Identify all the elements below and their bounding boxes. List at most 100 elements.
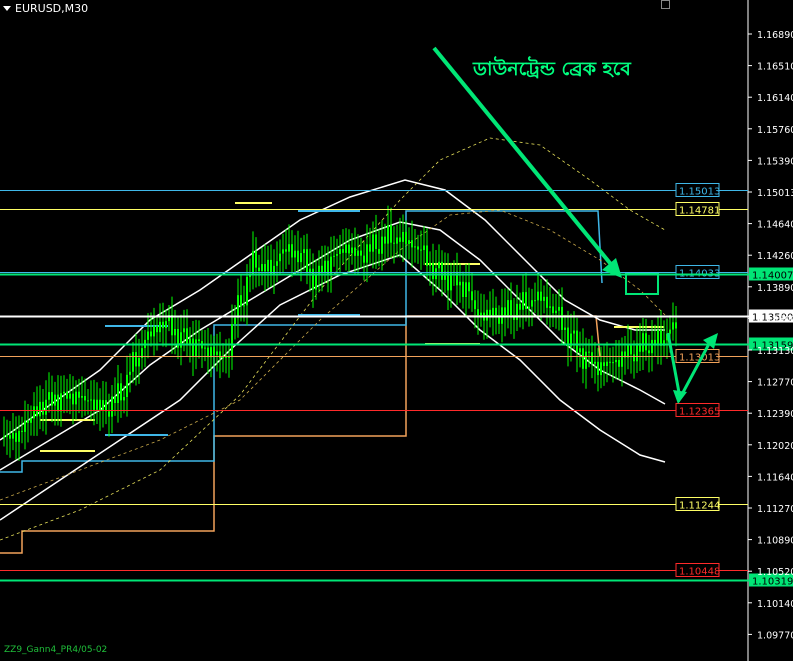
candle-body: [420, 249, 422, 251]
candle-body: [633, 354, 635, 362]
candle-body: [150, 331, 152, 337]
candle-body: [360, 250, 362, 256]
y-tick-label: 1.13890: [757, 283, 793, 294]
candle-body: [105, 400, 107, 412]
candle-body: [429, 262, 431, 266]
candle-body: [195, 339, 197, 357]
y-tick-label: 1.12020: [757, 441, 793, 452]
candle-body: [6, 435, 8, 437]
candle-body: [57, 394, 59, 412]
candle-body: [357, 250, 359, 256]
candle-body: [585, 351, 587, 369]
candle-body: [423, 245, 425, 250]
candle-body: [159, 321, 161, 333]
candle-body: [372, 234, 374, 252]
candle-body: [42, 401, 44, 415]
y-tick-label: 1.10520: [757, 567, 793, 578]
candle-body: [417, 246, 419, 250]
candle-body: [213, 347, 215, 355]
price-level-label: 1.14033: [675, 265, 720, 280]
candle-body: [339, 249, 341, 255]
symbol-timeframe-label[interactable]: EURUSD,M30: [3, 2, 88, 15]
candle-body: [306, 249, 308, 273]
candle-body: [618, 359, 620, 367]
price-level-tag-text: 1.14007: [752, 271, 793, 282]
candle-body: [543, 296, 545, 301]
y-tick-label: 1.16140: [757, 93, 793, 104]
candle-body: [486, 309, 488, 321]
window-restore-icon[interactable]: [661, 0, 670, 9]
y-tick-label: 1.11270: [757, 504, 793, 515]
y-tick-label: 1.10140: [757, 599, 793, 610]
candle-body: [519, 303, 521, 310]
candle-body: [258, 267, 260, 272]
candle-body: [645, 333, 647, 351]
candle-body: [378, 249, 380, 254]
candle-body: [30, 418, 32, 423]
candle-body: [396, 237, 398, 244]
candle-body: [21, 430, 23, 432]
candle-body: [387, 225, 389, 244]
candle-body: [621, 351, 623, 367]
candle-body: [33, 406, 35, 419]
candle-body: [366, 244, 368, 263]
price-level-label-text: 1.15013: [679, 187, 720, 198]
candle-body: [69, 393, 71, 399]
candle-body: [75, 391, 77, 405]
candle-body: [534, 300, 536, 302]
candle-body: [174, 328, 176, 336]
y-tick-label: 1.12770: [757, 378, 793, 389]
candle-body: [198, 339, 200, 342]
candle-body: [588, 351, 590, 353]
candle-body: [576, 330, 578, 353]
candle-body: [351, 247, 353, 254]
chevron-down-icon[interactable]: [3, 6, 11, 11]
candle-body: [135, 352, 137, 367]
price-level-label: 1.12365: [675, 403, 720, 418]
candle-body: [219, 351, 221, 359]
price-level-label-text: 1.14781: [679, 206, 720, 217]
candle-body: [426, 245, 428, 266]
candle-body: [528, 306, 530, 309]
candle-body: [441, 261, 443, 280]
candle-body: [297, 250, 299, 263]
y-tick-label: 1.15390: [757, 156, 793, 167]
candle-body: [102, 400, 104, 411]
price-chart[interactable]: 1.15013 1.14781 1.14033 1.14007 1.13500 1.131…: [0, 0, 793, 661]
candle-body: [549, 306, 551, 308]
candle-body: [525, 292, 527, 309]
candle-body: [240, 295, 242, 307]
candle-body: [96, 399, 98, 410]
candle-body: [267, 259, 269, 272]
y-tick-label: 1.12390: [757, 409, 793, 420]
candle-body: [108, 411, 110, 417]
candle-body: [90, 399, 92, 401]
candle-body: [15, 432, 17, 442]
candle-body: [333, 255, 335, 257]
candle-body: [330, 256, 332, 274]
candle-body: [402, 231, 404, 242]
candle-body: [312, 268, 314, 290]
candle-body: [36, 406, 38, 417]
candle-body: [48, 392, 50, 400]
price-level-label-text: 1.11244: [679, 501, 720, 512]
candle-body: [348, 244, 350, 254]
candle-body: [39, 401, 41, 417]
candle-body: [54, 394, 56, 406]
candle-body: [315, 273, 317, 290]
candle-body: [183, 328, 185, 333]
candle-body: [555, 310, 557, 314]
candle-body: [84, 395, 86, 401]
candle-body: [9, 435, 11, 439]
candle-body: [12, 432, 14, 439]
chart-annotation: ডাউনট্রেন্ড ব্রেক হবে: [473, 58, 631, 80]
candle-body: [399, 237, 401, 242]
candle-body: [393, 242, 395, 244]
candle-body: [405, 231, 407, 244]
candle-body: [537, 291, 539, 301]
candle-body: [279, 253, 281, 262]
candle-body: [114, 396, 116, 404]
candle-body: [471, 291, 473, 301]
candle-body: [345, 244, 347, 253]
candle-body: [255, 251, 257, 268]
